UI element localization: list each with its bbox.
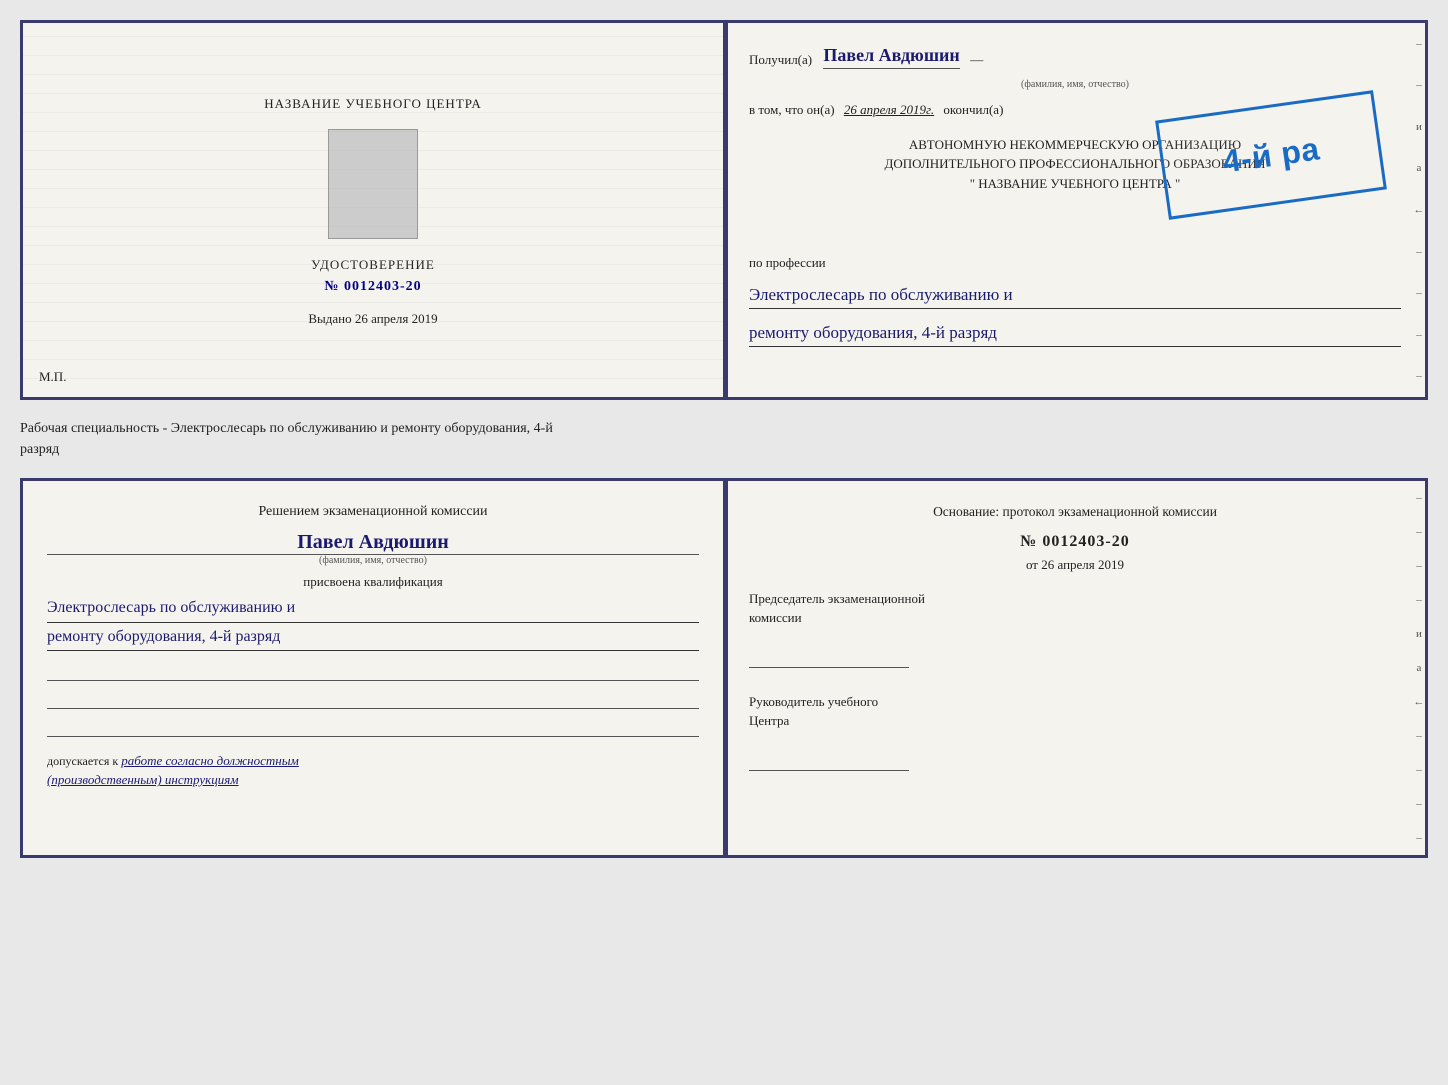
sig-line-3 bbox=[47, 717, 699, 737]
person-name-block: Павел Авдюшин (фамилия, имя, отчество) bbox=[47, 531, 699, 566]
recipient-line: Получил(а) Павел Авдюшин — bbox=[749, 43, 1401, 69]
top-right-page: Получил(а) Павел Авдюшин — (фамилия, имя… bbox=[725, 23, 1425, 397]
stamp-org-block: 4-й ра АВТОНОМНУЮ НЕКОММЕРЧЕСКУЮ ОРГАНИЗ… bbox=[749, 135, 1401, 235]
stamp-big-text: 4-й ра bbox=[1221, 132, 1322, 177]
center-title: НАЗВАНИЕ УЧЕБНОГО ЦЕНТРА bbox=[264, 94, 481, 114]
cert-label-block: УДОСТОВЕРЕНИЕ № 0012403-20 bbox=[311, 255, 435, 295]
qual-line1: Электрослесарь по обслуживанию и bbox=[47, 594, 699, 622]
sig-line-2 bbox=[47, 689, 699, 709]
top-document: НАЗВАНИЕ УЧЕБНОГО ЦЕНТРА УДОСТОВЕРЕНИЕ №… bbox=[20, 20, 1428, 400]
middle-text: Рабочая специальность - Электрослесарь п… bbox=[20, 412, 1428, 466]
profession-line1: Электрослесарь по обслуживанию и bbox=[749, 281, 1401, 309]
middle-text-content: Рабочая специальность - Электрослесарь п… bbox=[20, 421, 553, 457]
issued-line: Выдано 26 апреля 2019 bbox=[308, 311, 437, 327]
допускается-prefix: допускается к bbox=[47, 754, 118, 768]
profession-label: по профессии bbox=[749, 255, 1401, 271]
chairman-sig-line bbox=[749, 648, 909, 668]
recipient-name: Павел Авдюшин bbox=[823, 45, 959, 65]
bottom-right-side-dashes: – – – – и а ← – – – – bbox=[1410, 481, 1428, 855]
top-left-page: НАЗВАНИЕ УЧЕБНОГО ЦЕНТРА УДОСТОВЕРЕНИЕ №… bbox=[23, 23, 725, 397]
decision-title: Решением экзаменационной комиссии bbox=[47, 501, 699, 523]
director-block: Руководитель учебногоЦентра bbox=[749, 692, 1401, 771]
bottom-fio-label: (фамилия, имя, отчество) bbox=[47, 554, 699, 566]
center-title-block: НАЗВАНИЕ УЧЕБНОГО ЦЕНТРА bbox=[264, 94, 481, 114]
page-wrapper: НАЗВАНИЕ УЧЕБНОГО ЦЕНТРА УДОСТОВЕРЕНИЕ №… bbox=[20, 20, 1428, 858]
ot-date: 26 апреля 2019 bbox=[1041, 557, 1124, 572]
bottom-person-name: Павел Авдюшин bbox=[47, 531, 699, 554]
profession-line2: ремонту оборудования, 4-й разряд bbox=[749, 319, 1401, 347]
chairman-block: Председатель экзаменационнойкомиссии bbox=[749, 589, 1401, 668]
director-label: Руководитель учебногоЦентра bbox=[749, 692, 1401, 731]
finished-label: окончил(а) bbox=[943, 102, 1003, 117]
bottom-document: Решением экзаменационной комиссии Павел … bbox=[20, 478, 1428, 858]
issued-label: Выдано bbox=[308, 311, 351, 326]
protocol-number: № 0012403-20 bbox=[749, 533, 1401, 551]
osnov-label: Основание: протокол экзаменационной коми… bbox=[749, 501, 1401, 523]
recipient-prefix: Получил(а) bbox=[749, 51, 812, 69]
photo-placeholder bbox=[328, 129, 418, 239]
qual-line2: ремонту оборудования, 4-й разряд bbox=[47, 623, 699, 651]
in-that-prefix: в том, что он(а) bbox=[749, 102, 835, 117]
mp-label: М.П. bbox=[39, 369, 66, 385]
bottom-right-page: Основание: протокол экзаменационной коми… bbox=[725, 481, 1425, 855]
допускается-block: допускается к работе согласно должностны… bbox=[47, 751, 699, 790]
cert-number: № 0012403-20 bbox=[311, 279, 435, 295]
bottom-left-page: Решением экзаменационной комиссии Павел … bbox=[23, 481, 725, 855]
recipient-field: Павел Авдюшин bbox=[823, 43, 959, 69]
fio-label-top: (фамилия, имя, отчество) bbox=[749, 79, 1401, 90]
ot-line: от 26 апреля 2019 bbox=[749, 557, 1401, 573]
sig-lines bbox=[47, 661, 699, 737]
director-sig-line bbox=[749, 751, 909, 771]
chairman-label: Председатель экзаменационнойкомиссии bbox=[749, 589, 1401, 628]
qual-label: присвоена квалификация bbox=[47, 574, 699, 590]
issued-date: 26 апреля 2019 bbox=[355, 311, 438, 326]
right-side-dashes: – – и а ← – – – – bbox=[1410, 23, 1428, 397]
sig-line-1 bbox=[47, 661, 699, 681]
in-that-date: 26 апреля 2019г. bbox=[844, 102, 934, 117]
ot-prefix: от bbox=[1026, 557, 1038, 572]
cert-label: УДОСТОВЕРЕНИЕ bbox=[311, 255, 435, 275]
